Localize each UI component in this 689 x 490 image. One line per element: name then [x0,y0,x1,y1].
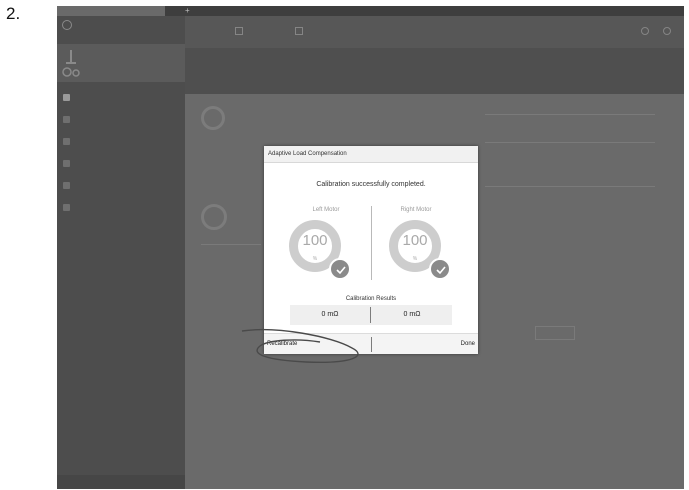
sidebar-item[interactable] [57,156,185,170]
calibration-results-title: Calibration Results [345,296,397,302]
right-motor-label: Right Motor [400,207,432,213]
footer-divider [371,337,372,352]
recalibrate-button[interactable]: Recalibrate [267,334,297,355]
toolbar-icon[interactable] [235,27,243,35]
title-bar: + [57,6,684,16]
results-divider [370,307,371,323]
calibration-dialog: Adaptive Load Compensation Calibration s… [264,146,478,354]
preferences-icon [63,137,70,145]
divider [201,244,261,245]
left-motor-result: 0 mΩ [321,311,339,318]
toolbar-icon[interactable] [641,27,649,35]
toolbar [185,16,684,48]
window-tab[interactable] [57,6,165,16]
new-tab-icon[interactable]: + [185,6,190,16]
sidebar-item[interactable] [57,90,185,104]
dialog-message: Calibration successfully completed. [316,181,426,188]
sidebar-item[interactable] [57,178,185,192]
settings-icon [63,181,70,189]
left-motor-label: Left Motor [312,207,340,213]
sidebar-search[interactable] [57,475,185,489]
log-icon [63,159,70,167]
divider [485,186,655,187]
divider [485,142,655,143]
left-motor-value: 100 [302,232,328,249]
device-card[interactable] [57,44,185,82]
right-motor-result: 0 mΩ [403,311,421,318]
sidebar [57,16,185,489]
wheelchair-icon [62,50,80,77]
sidebar-item[interactable] [57,200,185,214]
background-button[interactable] [535,326,575,340]
sidebar-item[interactable] [57,134,185,148]
done-button[interactable]: Done [461,334,475,355]
left-check-icon [329,258,351,280]
divider [485,114,655,115]
toolbar-icon[interactable] [663,27,671,35]
calibration-results: 0 mΩ 0 mΩ [290,305,452,325]
function-icon [63,115,70,123]
lighting-icon [63,203,70,211]
sidebar-item[interactable] [57,112,185,126]
toolbar-icon[interactable] [295,27,303,35]
dialog-title: Adaptive Load Compensation [264,146,478,163]
right-motor-value: 100 [402,232,428,249]
motor-divider [371,206,372,280]
step-number: 2. [6,4,21,23]
right-check-icon [429,258,451,280]
back-icon [62,20,72,30]
status-gauge [201,106,225,130]
status-check-icon [201,204,227,230]
page-header [185,48,684,94]
dialog-footer: Recalibrate Done [264,333,478,354]
sidebar-header[interactable] [57,16,185,34]
home-icon [63,93,70,101]
